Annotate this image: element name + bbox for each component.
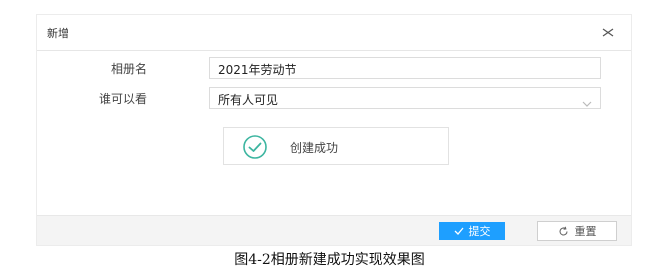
submit-label: 提交 (468, 225, 491, 238)
visibility-select[interactable]: 所有人可见 (209, 87, 601, 109)
new-album-dialog: 新增 相册名 2021年劳动节 谁可以看 所有人可见 创建成功 提交 重置 (36, 14, 632, 246)
dialog-title: 新增 (47, 27, 69, 40)
album-name-label: 相册名 (110, 62, 147, 76)
toast-message: 创建成功 (290, 141, 339, 155)
reset-button[interactable]: 重置 (537, 221, 617, 241)
album-name-input[interactable]: 2021年劳动节 (209, 57, 601, 79)
dialog-footer: 提交 重置 (37, 215, 631, 245)
visibility-label: 谁可以看 (98, 92, 147, 106)
refresh-icon (558, 226, 568, 236)
success-toast: 创建成功 (223, 127, 449, 165)
visibility-selected-value: 所有人可见 (218, 93, 279, 107)
close-icon[interactable] (599, 23, 617, 41)
submit-button[interactable]: 提交 (439, 222, 505, 240)
dialog-header: 新增 (37, 15, 631, 51)
reset-label: 重置 (574, 225, 597, 238)
chevron-down-icon (582, 96, 592, 107)
check-circle-icon (242, 134, 268, 160)
figure-caption: 图4-2相册新建成功实现效果图 (234, 252, 425, 268)
check-icon (454, 227, 463, 235)
